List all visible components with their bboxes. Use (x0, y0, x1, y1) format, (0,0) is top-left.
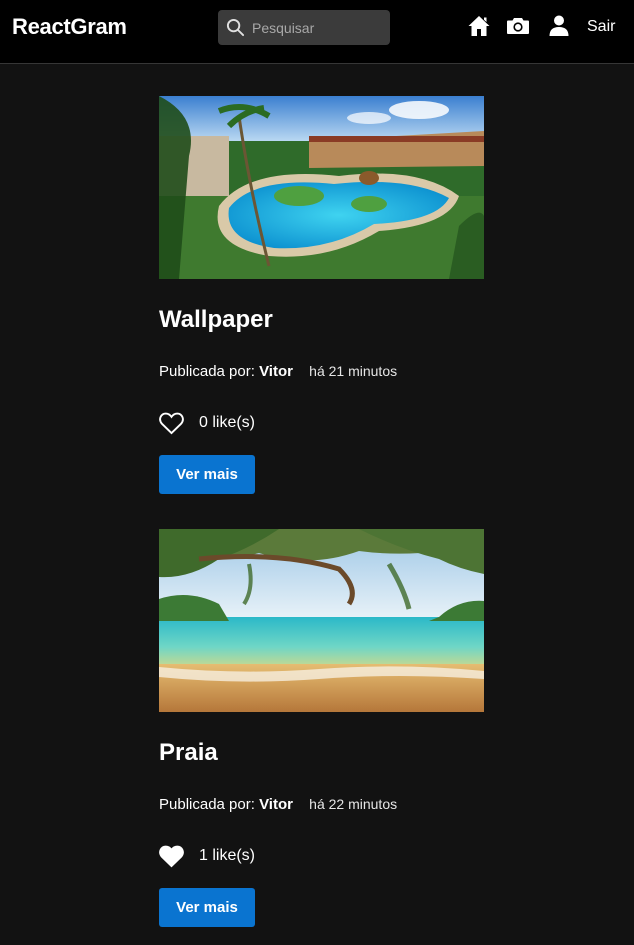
post-title: Wallpaper (159, 306, 273, 333)
like-container: 0 like(s) (159, 409, 484, 437)
search-icon (226, 18, 245, 37)
heart-filled-icon[interactable] (159, 845, 184, 868)
view-more-button[interactable]: Ver mais (159, 888, 255, 927)
post-author[interactable]: Vitor (259, 363, 293, 380)
post-meta: Publicada por: Vitor há 22 minutos (159, 794, 484, 814)
post-time: há 22 minutos (309, 796, 398, 812)
post-meta: Publicada por: Vitor há 21 minutos (159, 361, 484, 381)
post-time: há 21 minutos (309, 363, 398, 379)
heart-outline-icon[interactable] (159, 412, 184, 435)
camera-icon[interactable] (506, 14, 530, 38)
published-by-label: Publicada por: (159, 796, 255, 813)
post-author[interactable]: Vitor (259, 796, 293, 813)
logout-link[interactable]: Sair (587, 18, 615, 36)
search-box[interactable] (218, 10, 390, 45)
like-container: 1 like(s) (159, 842, 484, 870)
view-more-button[interactable]: Ver mais (159, 455, 255, 494)
post-card: Praia Publicada por: Vitor há 22 minutos… (159, 529, 484, 927)
like-count: 1 like(s) (199, 847, 256, 864)
post-image-resort-pool[interactable] (159, 96, 484, 279)
post-image-beach[interactable] (159, 529, 484, 712)
post-card: Wallpaper Publicada por: Vitor há 21 min… (159, 96, 484, 494)
search-input[interactable] (252, 10, 384, 45)
home-icon[interactable] (467, 14, 491, 38)
like-count: 0 like(s) (199, 414, 256, 431)
published-by-label: Publicada por: (159, 363, 255, 380)
navbar: ReactGram Sair (0, 0, 634, 64)
user-icon[interactable] (547, 14, 571, 38)
brand-logo[interactable]: ReactGram (12, 14, 127, 40)
post-title: Praia (159, 739, 218, 766)
